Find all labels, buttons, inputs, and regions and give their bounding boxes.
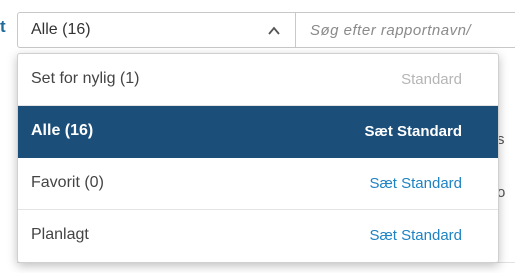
option-label: Set for nylig (1): [31, 70, 140, 87]
option-label: Planlagt: [31, 226, 89, 243]
filter-dropdown-menu: Set for nylig (1) Standard Alle (16) Sæt…: [17, 53, 499, 263]
report-search-input[interactable]: Søg efter rapportnavn/: [296, 12, 515, 48]
dropdown-option-scheduled[interactable]: Planlagt Sæt Standard: [18, 210, 498, 262]
search-placeholder: Søg efter rapportnavn/: [310, 22, 472, 39]
report-filter-select[interactable]: Alle (16): [17, 12, 296, 48]
option-label: Favorit (0): [31, 174, 104, 191]
default-indicator: Standard: [401, 71, 462, 88]
filter-select-value: Alle (16): [31, 21, 91, 38]
chevron-up-icon[interactable]: [267, 24, 281, 38]
dropdown-option-recent[interactable]: Set for nylig (1) Standard: [18, 54, 498, 106]
set-default-button[interactable]: Sæt Standard: [369, 227, 462, 244]
dropdown-option-all[interactable]: Alle (16) Sæt Standard: [18, 106, 498, 158]
set-default-button[interactable]: Sæt Standard: [364, 123, 462, 140]
cut-off-label: t: [0, 17, 6, 36]
dropdown-option-favorite[interactable]: Favorit (0) Sæt Standard: [18, 158, 498, 210]
option-label: Alle (16): [31, 122, 94, 139]
set-default-button[interactable]: Sæt Standard: [369, 175, 462, 192]
